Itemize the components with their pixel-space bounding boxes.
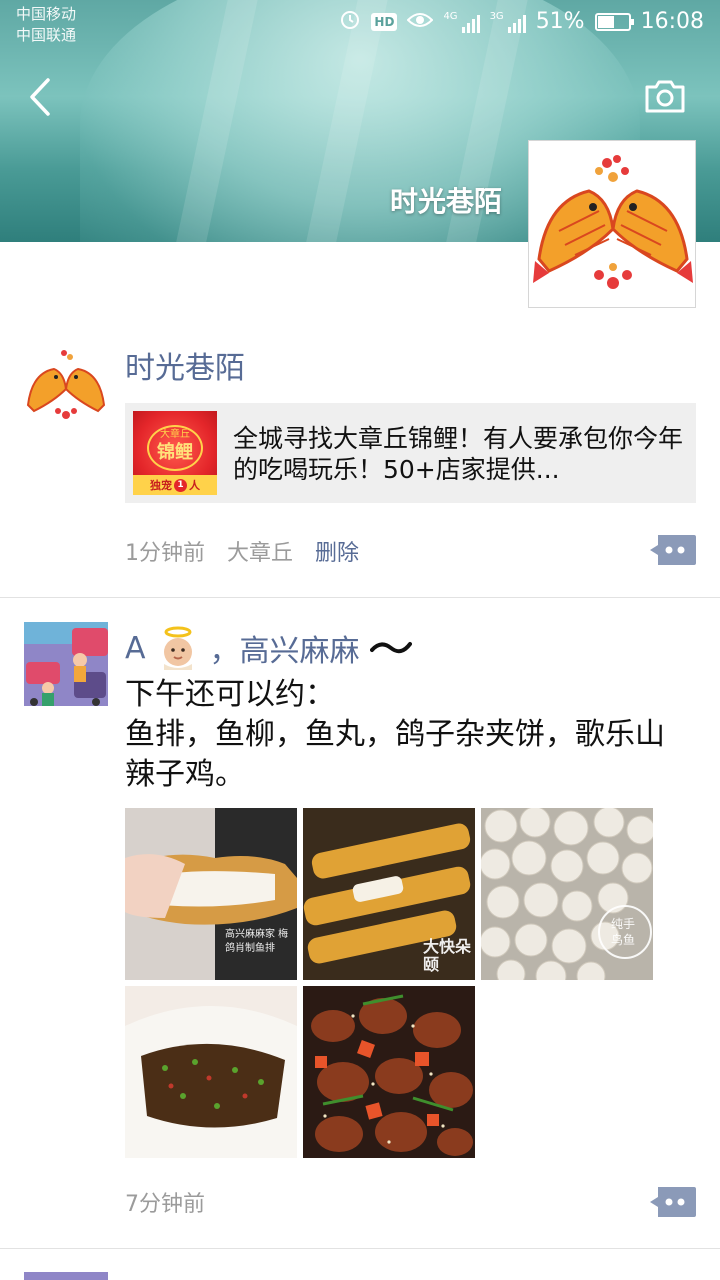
shared-link-card[interactable]: 大章丘 锦鲤 独宠 1 人 全城寻找大章丘锦鲤！有人要承包你今年的吃喝玩乐！50… bbox=[125, 403, 696, 503]
photo-watermark: 大快朵颐 bbox=[423, 937, 472, 974]
photo-watermark: 纯手 鸟鱼 bbox=[611, 917, 636, 947]
koi-fish-avatar-icon bbox=[529, 141, 695, 307]
carrier-info: 中国移动 中国联通 bbox=[16, 4, 76, 46]
post-author-name[interactable]: 时光巷陌 bbox=[125, 343, 245, 387]
spicy-chicken-photo bbox=[303, 986, 475, 1158]
status-bar: 中国移动 中国联通 HD 4G 3G 51% 16:08 bbox=[0, 0, 720, 50]
cover-username: 时光巷陌 bbox=[389, 185, 502, 218]
comment-action-button[interactable] bbox=[650, 1187, 696, 1217]
battery-percent: 51% bbox=[535, 9, 585, 34]
post-text: 下午还可以约： 鱼排，鱼柳，鱼丸，鸽子杂夹饼，歌乐山辣子鸡。 bbox=[125, 677, 665, 792]
camera-button[interactable] bbox=[644, 78, 686, 114]
camera-icon bbox=[645, 80, 685, 113]
signal-3g-icon: 3G bbox=[490, 11, 526, 33]
comment-dots-icon bbox=[650, 1187, 696, 1217]
battery-icon bbox=[594, 12, 634, 31]
post-avatar[interactable] bbox=[24, 345, 108, 429]
post-meta: 7分钟前 bbox=[125, 1186, 205, 1218]
photo-thumbnail[interactable]: 纯手 鸟鱼 bbox=[481, 808, 653, 980]
signal-4g-icon: 4G bbox=[443, 11, 480, 33]
thumb-main-text: 锦鲤 bbox=[157, 442, 193, 463]
delete-button[interactable]: 删除 bbox=[315, 535, 359, 567]
carrier-1: 中国移动 bbox=[16, 5, 77, 23]
post-author-name[interactable]: A ，高兴麻麻 bbox=[125, 626, 412, 670]
photo-thumbnail[interactable] bbox=[303, 986, 475, 1158]
status-icons: HD 4G 3G 51% 16:08 bbox=[339, 8, 704, 35]
comment-dots-icon bbox=[650, 535, 696, 565]
back-button[interactable] bbox=[20, 72, 64, 122]
alarm-icon bbox=[339, 8, 361, 35]
eye-icon bbox=[407, 10, 434, 34]
share-thumbnail: 大章丘 锦鲤 独宠 1 人 bbox=[133, 411, 217, 495]
post-location[interactable]: 大章丘 bbox=[227, 535, 293, 567]
cartoon-avatar-icon bbox=[24, 622, 108, 706]
post-divider bbox=[0, 1248, 720, 1249]
baby-angel-emoji-icon bbox=[163, 626, 192, 670]
carrier-2: 中国联通 bbox=[16, 26, 77, 44]
author-suffix: ，高兴麻麻 bbox=[209, 634, 360, 669]
clock: 16:08 bbox=[640, 9, 704, 34]
author-prefix: A bbox=[125, 630, 146, 666]
post-avatar[interactable] bbox=[24, 622, 108, 706]
sandwich-bun-photo bbox=[125, 986, 297, 1158]
next-post-avatar[interactable] bbox=[24, 1272, 108, 1280]
photo-thumbnail[interactable]: 高兴麻麻家 梅鸽肖制鱼排 bbox=[125, 808, 297, 980]
share-title: 全城寻找大章丘锦鲤！有人要承包你今年的吃喝玩乐！50+店家提供... bbox=[233, 424, 683, 484]
photo-thumbnail[interactable]: 大快朵颐 bbox=[303, 808, 475, 980]
post-divider bbox=[0, 597, 720, 598]
hd-icon: HD bbox=[371, 12, 398, 31]
photo-watermark: 高兴麻麻家 梅鸽肖制鱼排 bbox=[225, 929, 289, 954]
wavy-dash-icon bbox=[369, 642, 412, 654]
thumb-bottom-bar: 独宠 1 人 bbox=[133, 475, 217, 495]
photo-grid: 高兴麻麻家 梅鸽肖制鱼排 大快朵颐 纯手 鸟鱼 bbox=[125, 808, 655, 1158]
post-meta: 1分钟前 大章丘 删除 bbox=[125, 535, 359, 567]
post-time: 1分钟前 bbox=[125, 541, 205, 566]
fish-balls-photo bbox=[481, 808, 653, 980]
back-chevron-icon bbox=[30, 78, 50, 116]
post-time: 7分钟前 bbox=[125, 1192, 205, 1217]
profile-avatar[interactable] bbox=[528, 140, 696, 308]
comment-action-button[interactable] bbox=[650, 535, 696, 565]
photo-thumbnail[interactable] bbox=[125, 986, 297, 1158]
koi-fish-avatar-icon bbox=[24, 345, 108, 429]
